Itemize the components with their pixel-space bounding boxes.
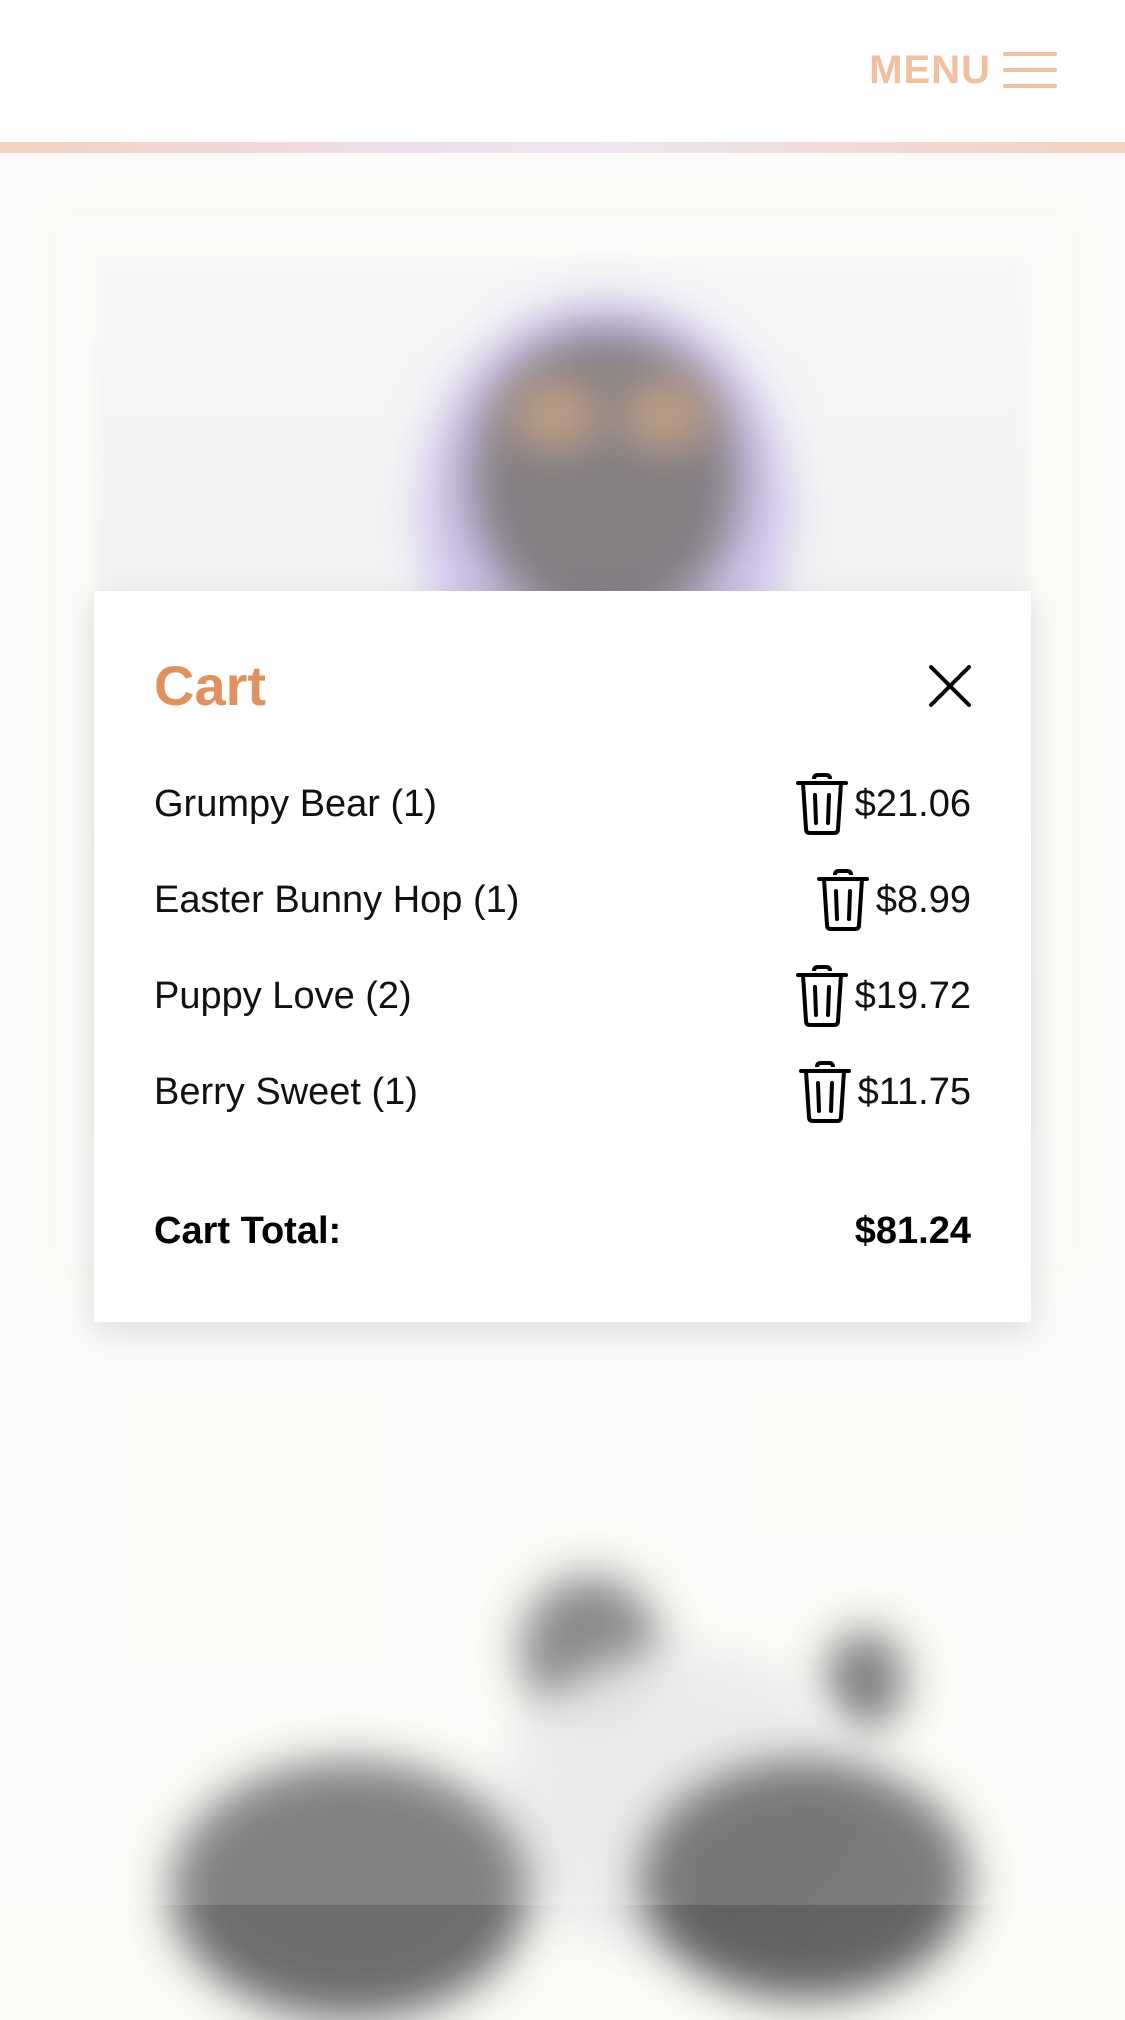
cart-item-name: Puppy Love (2) [154,974,412,1017]
cart-item: Puppy Love (2) $19.72 [154,965,971,1027]
cart-item-price: $11.75 [857,1070,971,1113]
trash-icon[interactable] [795,965,849,1027]
cart-item-name: Easter Bunny Hop (1) [154,878,520,921]
cart-item: Berry Sweet (1) $11.75 [154,1061,971,1123]
close-icon [929,665,971,707]
cart-item: Grumpy Bear (1) $21.06 [154,773,971,835]
close-button[interactable] [927,663,973,709]
trash-icon[interactable] [816,869,870,931]
cart-item-price: $21.06 [854,782,971,825]
cart-item: Easter Bunny Hop (1) $8.99 [154,869,971,931]
cart-item-name: Berry Sweet (1) [154,1070,418,1113]
cart-item-name: Grumpy Bear (1) [154,782,437,825]
cart-item-price: $8.99 [875,878,971,921]
cart-modal: Cart Grumpy Bear (1) $21.06 Easter Bunny… [94,591,1031,1322]
trash-icon[interactable] [798,1061,852,1123]
cart-total: Cart Total: $81.24 [154,1206,971,1256]
cart-item-price: $19.72 [854,974,971,1017]
cart-total-value: $81.24 [854,1209,971,1252]
cart-title: Cart [154,654,267,717]
cart-total-label: Cart Total: [154,1209,342,1252]
trash-icon[interactable] [795,773,849,835]
